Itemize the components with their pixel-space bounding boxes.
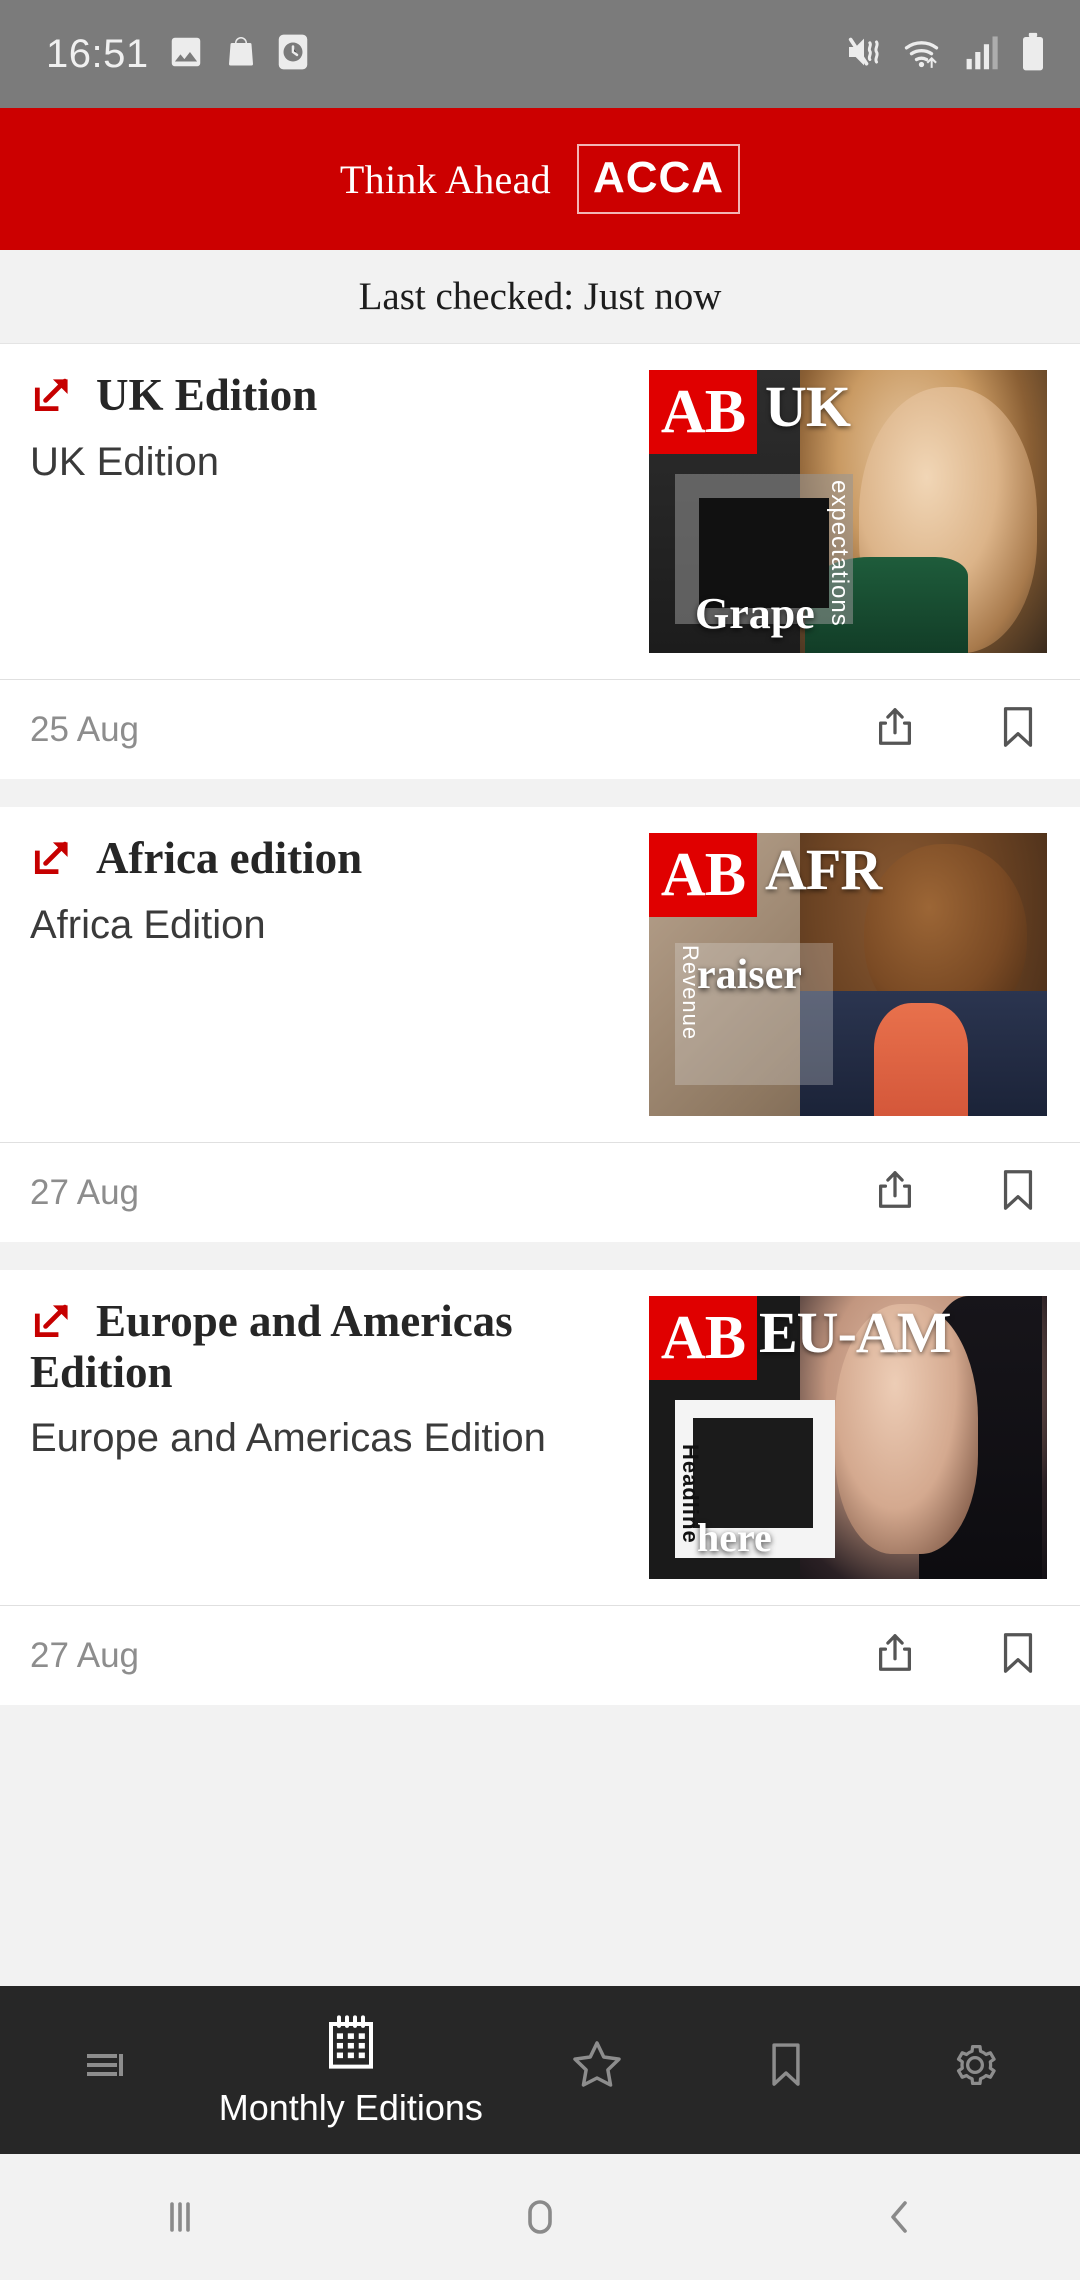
recents-icon[interactable] xyxy=(80,2154,280,2280)
thumbnail-vertical-text: expectations xyxy=(826,480,853,627)
edition-subtitle: Europe and Americas Edition xyxy=(30,1416,546,1461)
edition-title-row: UK Edition xyxy=(30,370,631,421)
image-icon xyxy=(167,33,205,76)
phone-screen: 16:51 Think Ahead ACCA Last checked: Jus… xyxy=(0,0,1080,2280)
calendar-icon xyxy=(319,2012,383,2081)
edition-title: UK Edition xyxy=(96,370,318,420)
share-icon[interactable] xyxy=(872,1167,918,1218)
list-item[interactable]: UK Edition UK Edition AB UK Grape expect… xyxy=(0,344,1080,779)
shopping-bag-icon xyxy=(223,33,259,76)
list-separator xyxy=(0,779,1080,807)
thumbnail-headline: raiser xyxy=(697,952,802,998)
edition-text-block: Europe and Americas Edition Europe and A… xyxy=(0,1296,649,1579)
edition-card-content[interactable]: Africa edition Africa Edition AB AFR rai… xyxy=(0,807,1080,1116)
thumbnail-badge-text: AB xyxy=(660,378,746,446)
external-link-icon xyxy=(30,1298,74,1347)
thumbnail-region-text: EU-AM xyxy=(759,1300,952,1365)
app-header: Think Ahead ACCA xyxy=(0,108,1080,250)
home-icon[interactable] xyxy=(440,2154,640,2280)
edition-text-block: Africa edition Africa Edition xyxy=(0,833,649,1116)
editions-list[interactable]: UK Edition UK Edition AB UK Grape expect… xyxy=(0,344,1080,1986)
bookmark-icon xyxy=(762,2039,810,2096)
edition-meta-row: 27 Aug xyxy=(0,1142,1080,1242)
edition-meta-row: 27 Aug xyxy=(0,1605,1080,1705)
feed-list-icon xyxy=(81,2041,129,2094)
thumbnail-region-text: AFR xyxy=(765,837,882,902)
battery-icon xyxy=(1020,32,1046,77)
thumbnail-badge: AB xyxy=(649,370,757,454)
edition-thumbnail[interactable]: AB EU-AM here Headline xyxy=(649,1296,1047,1579)
status-bar: 16:51 xyxy=(0,0,1080,108)
thumbnail-region-text: UK xyxy=(765,374,851,439)
edition-text-block: UK Edition UK Edition xyxy=(0,370,649,653)
status-bar-left: 16:51 xyxy=(46,32,309,77)
status-bar-right xyxy=(844,32,1046,77)
edition-title: Europe and Americas Edition xyxy=(30,1296,513,1397)
status-bar-clock: 16:51 xyxy=(46,31,149,76)
edition-title-row: Africa edition xyxy=(30,833,631,884)
edition-card-content[interactable]: UK Edition UK Edition AB UK Grape expect… xyxy=(0,344,1080,653)
edition-thumbnail[interactable]: AB UK Grape expectations xyxy=(649,370,1047,653)
thumbnail-headline: here xyxy=(697,1515,772,1560)
star-icon xyxy=(567,2035,627,2100)
thumbnail-badge-text: AB xyxy=(660,1304,746,1372)
thumbnail-badge: AB xyxy=(649,1296,757,1380)
edition-meta-row: 25 Aug xyxy=(0,679,1080,779)
sync-status-bar: Last checked: Just now xyxy=(0,250,1080,344)
tab-monthly-editions[interactable]: Monthly Editions xyxy=(219,2012,483,2129)
acca-logo: ACCA xyxy=(576,144,741,214)
gear-icon xyxy=(949,2039,1001,2096)
edition-date: 27 Aug xyxy=(30,1635,139,1675)
wifi-icon xyxy=(902,32,946,77)
tab-favourites[interactable] xyxy=(522,2035,672,2106)
edition-thumbnail[interactable]: AB AFR raiser Revenue xyxy=(649,833,1047,1116)
list-item[interactable]: Africa edition Africa Edition AB AFR rai… xyxy=(0,807,1080,1242)
sync-status-text: Last checked: Just now xyxy=(358,275,722,318)
edition-card-content[interactable]: Europe and Americas Edition Europe and A… xyxy=(0,1270,1080,1579)
tab-feed[interactable] xyxy=(30,2041,180,2100)
list-separator xyxy=(0,1242,1080,1270)
bookmark-icon[interactable] xyxy=(996,1167,1040,1218)
signal-bars-icon xyxy=(964,33,1002,76)
tab-settings[interactable] xyxy=(900,2039,1050,2102)
back-icon[interactable] xyxy=(800,2154,1000,2280)
clock-app-icon xyxy=(277,33,309,76)
list-item[interactable]: Europe and Americas Edition Europe and A… xyxy=(0,1270,1080,1705)
bookmark-icon[interactable] xyxy=(996,704,1040,755)
edition-actions xyxy=(872,704,1040,755)
share-icon[interactable] xyxy=(872,1630,918,1681)
edition-title: Africa edition xyxy=(96,833,363,883)
bookmark-icon[interactable] xyxy=(996,1630,1040,1681)
external-link-icon xyxy=(30,835,74,884)
edition-actions xyxy=(872,1630,1040,1681)
thumbnail-vertical-text: Revenue xyxy=(678,945,703,1041)
tab-monthly-editions-label: Monthly Editions xyxy=(218,2086,483,2128)
mute-vibrate-icon xyxy=(844,32,884,77)
tab-bookmarks[interactable] xyxy=(711,2039,861,2102)
edition-title-row: Europe and Americas Edition xyxy=(30,1296,631,1397)
share-icon[interactable] xyxy=(872,704,918,755)
external-link-icon xyxy=(30,372,74,421)
thumbnail-badge-text: AB xyxy=(660,841,746,909)
thumbnail-vertical-text: Headline xyxy=(678,1444,703,1544)
edition-actions xyxy=(872,1167,1040,1218)
edition-subtitle: Africa Edition xyxy=(30,903,266,947)
acca-logo-text: ACCA xyxy=(592,153,725,202)
brand-tagline: Think Ahead xyxy=(339,156,551,202)
edition-subtitle: UK Edition xyxy=(30,440,219,484)
thumbnail-badge: AB xyxy=(649,833,757,917)
bottom-tab-bar: Monthly Editions xyxy=(0,1986,1080,2154)
edition-date: 25 Aug xyxy=(30,709,139,749)
android-navigation-bar xyxy=(0,2154,1080,2280)
edition-date: 27 Aug xyxy=(30,1172,139,1212)
thumbnail-headline: Grape xyxy=(695,589,815,638)
